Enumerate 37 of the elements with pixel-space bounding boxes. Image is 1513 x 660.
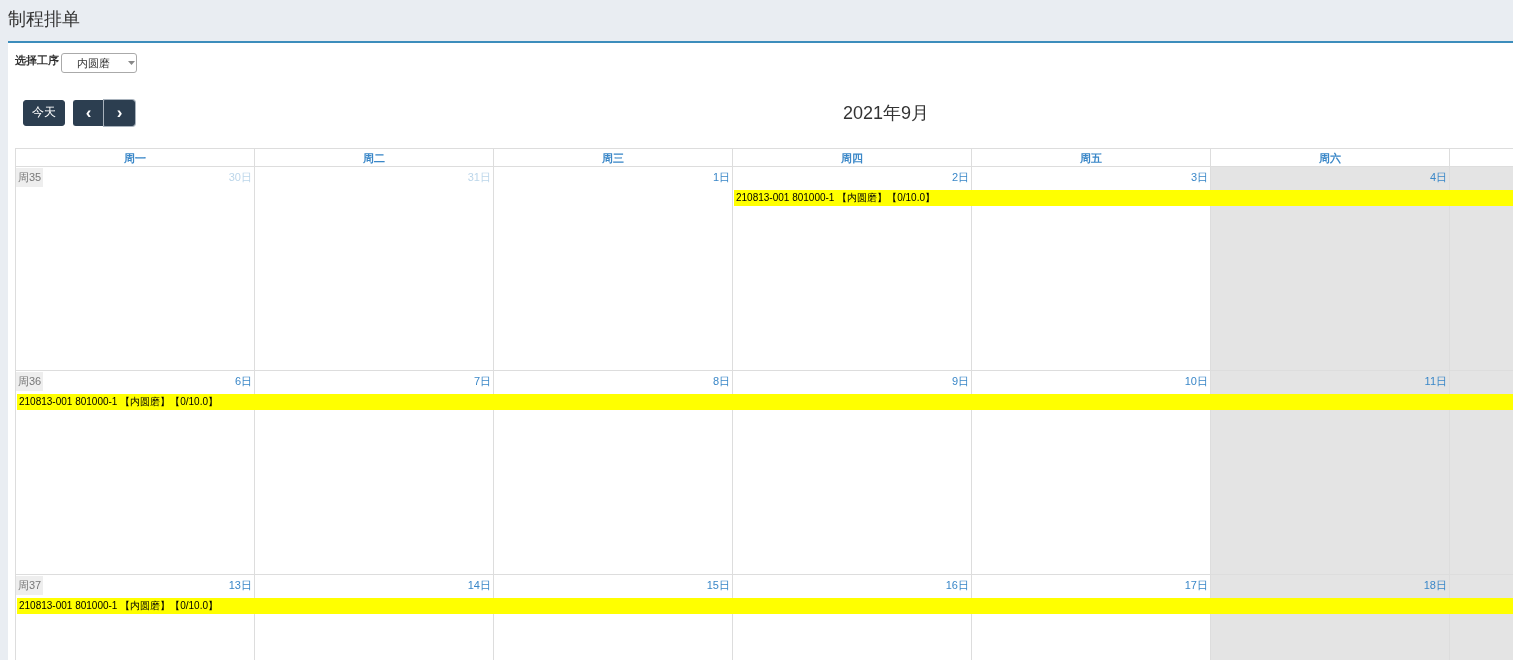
date-number: 7日 (473, 374, 491, 389)
date-number: 18日 (1423, 578, 1447, 593)
weekday-header: 周三 (494, 149, 733, 167)
date-number: 4日 (1429, 170, 1447, 185)
event-bar[interactable]: 210813-001 801000-1 【内圆磨】【0/10.0】 (17, 394, 1513, 410)
month-title: 2021年9月 (843, 101, 930, 125)
date-number: 15日 (706, 578, 730, 593)
date-number: 30日 (228, 170, 252, 185)
date-number: 14日 (467, 578, 491, 593)
date-number: 1日 (712, 170, 730, 185)
date-number: 6日 (234, 374, 252, 389)
event-bar[interactable]: 210813-001 801000-1 【内圆磨】【0/10.0】 (17, 598, 1513, 614)
next-button[interactable]: › (104, 99, 135, 126)
date-number: 9日 (951, 374, 969, 389)
date-number: 8日 (712, 374, 730, 389)
week-number: 周36 (16, 372, 44, 391)
event-bar[interactable]: 210813-001 801000-1 【内圆磨】【0/10.0】 (734, 190, 1513, 206)
weekday-header: 周五 (972, 149, 1211, 167)
date-number: 2日 (951, 170, 969, 185)
week-number: 周37 (16, 576, 44, 595)
date-number: 10日 (1184, 374, 1208, 389)
today-button[interactable]: 今天 (23, 99, 65, 126)
process-select[interactable]: 内圆磨 (61, 53, 137, 73)
weekday-header: 周一 (16, 149, 255, 167)
date-number: 16日 (945, 578, 969, 593)
caret-icon (128, 61, 135, 65)
date-number: 13日 (228, 578, 252, 593)
previous-button[interactable]: ‹ (73, 99, 104, 126)
date-number: 11日 (1424, 374, 1447, 389)
date-number: 17日 (1184, 578, 1208, 593)
filter-label: 选择工序 (15, 53, 59, 68)
weekday-header: 周四 (733, 149, 972, 167)
date-number: 31日 (467, 170, 491, 185)
page-title: 制程排单 (8, 8, 80, 30)
weekday-header: 周二 (255, 149, 494, 167)
week-number: 周35 (16, 168, 44, 187)
date-number: 3日 (1190, 170, 1208, 185)
